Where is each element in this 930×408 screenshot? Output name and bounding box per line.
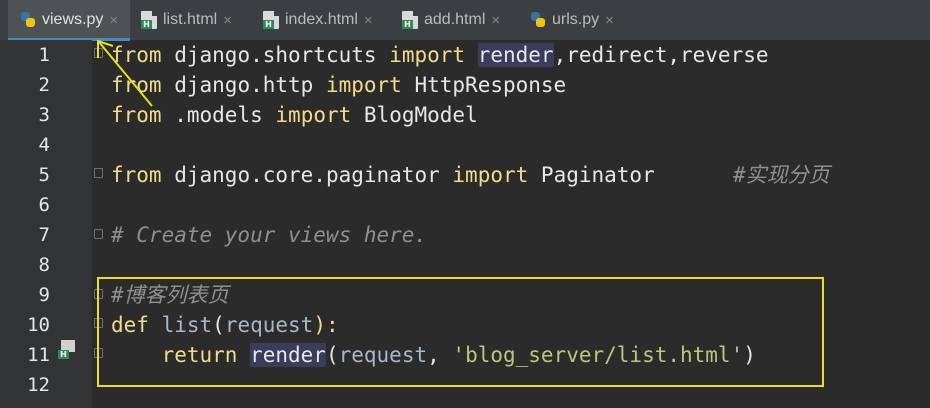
line-number: 11 bbox=[27, 344, 50, 366]
line-number: 12 bbox=[27, 374, 50, 396]
line-number: 8 bbox=[38, 254, 50, 276]
fold-icon[interactable] bbox=[94, 229, 103, 239]
close-icon[interactable]: × bbox=[109, 12, 118, 29]
close-icon[interactable]: × bbox=[491, 12, 500, 29]
close-icon[interactable]: × bbox=[364, 12, 373, 29]
tab-label: list.html bbox=[163, 11, 218, 28]
html-file-icon: H bbox=[402, 11, 418, 29]
line-number-gutter[interactable]: 1 2 3 4 5 6 7 8 9 10 11 12 bbox=[0, 40, 92, 408]
code-line-2[interactable]: from django.http import HttpResponse bbox=[111, 70, 566, 100]
tab-label: urls.py bbox=[552, 11, 600, 28]
line-number: 5 bbox=[38, 164, 50, 186]
code-line-1[interactable]: from django.shortcuts import render,redi… bbox=[111, 40, 769, 70]
annotation-highlight-box bbox=[97, 277, 824, 387]
line-number: 4 bbox=[38, 134, 50, 156]
html-file-icon: H bbox=[263, 11, 279, 29]
fold-icon[interactable] bbox=[94, 168, 103, 178]
tab-views-py[interactable]: views.py × bbox=[8, 0, 130, 41]
close-icon[interactable]: × bbox=[605, 12, 614, 29]
tab-index-html[interactable]: H index.html × bbox=[263, 0, 373, 40]
html-file-icon: H bbox=[141, 11, 157, 29]
navigate-to-template-icon[interactable]: H bbox=[58, 339, 78, 359]
tab-list-html[interactable]: H list.html × bbox=[141, 0, 232, 40]
line-number: 3 bbox=[38, 104, 50, 126]
tab-add-html[interactable]: H add.html × bbox=[402, 0, 500, 40]
code-line-7[interactable]: # Create your views here. bbox=[111, 220, 427, 250]
line-number: 7 bbox=[38, 224, 50, 246]
line-number: 9 bbox=[38, 284, 50, 306]
code-comment: #实现分页 bbox=[733, 163, 830, 187]
line-number: 10 bbox=[27, 314, 50, 336]
close-icon[interactable]: × bbox=[223, 12, 232, 29]
tab-label: index.html bbox=[285, 11, 358, 28]
tab-label: views.py bbox=[42, 11, 104, 28]
editor-tab-bar: views.py × H list.html × H index.html × … bbox=[0, 0, 930, 41]
tab-label: add.html bbox=[424, 11, 486, 28]
code-line-3[interactable]: from .models import BlogModel bbox=[111, 100, 478, 130]
python-file-icon bbox=[20, 11, 36, 29]
line-number: 6 bbox=[38, 194, 50, 216]
line-number: 1 bbox=[38, 44, 50, 66]
code-line-5[interactable]: from django.core.paginator import Pagina… bbox=[111, 160, 655, 190]
python-file-icon bbox=[530, 11, 546, 29]
line-number: 2 bbox=[38, 74, 50, 96]
tab-urls-py[interactable]: urls.py × bbox=[530, 0, 614, 40]
fold-icon[interactable] bbox=[94, 48, 103, 58]
